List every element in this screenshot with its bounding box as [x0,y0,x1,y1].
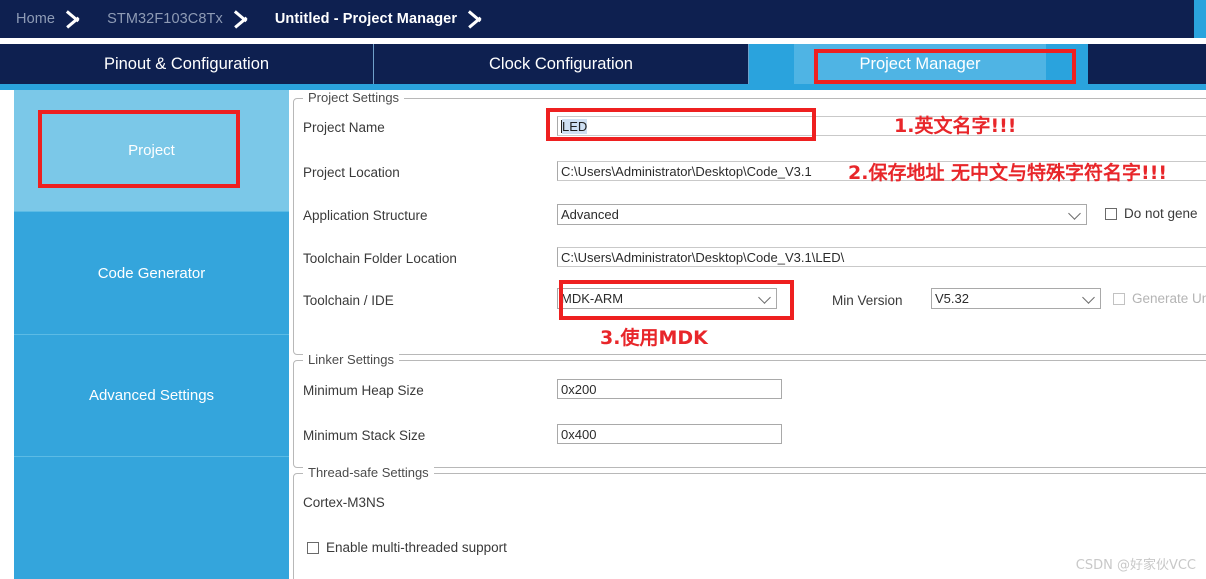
cubemx-window: Home STM32F103C8Tx Untitled - Project Ma… [0,0,1206,579]
input-toolchain-folder-location-value: C:\Users\Administrator\Desktop\Code_V3.1… [561,249,845,265]
breadcrumb-right-cap [1194,0,1206,38]
breadcrumb-item-home[interactable]: Home [0,0,65,38]
breadcrumb-label: Home [16,11,56,27]
group-title-project-settings: Project Settings [303,90,405,105]
input-project-name-value: LED [562,118,588,134]
breadcrumb-label: Untitled - Project Manager [274,11,458,27]
combo-min-version-value: V5.32 [935,291,969,306]
chevron-down-icon [1082,290,1095,304]
sidebar-item-label: Project [128,142,175,159]
tab-clock-configuration[interactable]: Clock Configuration [374,44,749,84]
breadcrumb-label: STM32F103C8Tx [107,11,223,27]
group-linker-settings: Linker Settings [293,352,1206,468]
group-title-thread-safe-settings: Thread-safe Settings [303,465,434,480]
combo-min-version[interactable]: V5.32 [931,288,1101,309]
breadcrumb-chevron-icon [233,0,259,38]
sidebar-item-advanced-settings[interactable]: Advanced Settings [14,335,289,457]
label-project-location: Project Location [303,165,400,180]
sidebar-item-empty[interactable] [14,457,289,579]
label-project-name: Project Name [303,120,385,135]
annotation-text-3: 3.使用MDK [600,327,708,349]
checkbox-enable-multithreaded-support[interactable]: Enable multi-threaded support [307,540,507,555]
annotation-text-1: 1.英文名字!!! [894,115,1017,137]
group-title-linker-settings: Linker Settings [303,352,399,367]
breadcrumb-chevron-icon [467,0,493,38]
checkbox-do-not-generate-label: Do not gene [1124,206,1198,221]
input-project-name[interactable]: LED [557,116,1206,136]
input-toolchain-folder-location[interactable]: C:\Users\Administrator\Desktop\Code_V3.1… [557,247,1206,267]
label-minimum-heap-size: Minimum Heap Size [303,383,424,398]
checkbox-box-icon [307,541,319,554]
chevron-down-icon [758,290,771,304]
sidebar-item-code-generator[interactable]: Code Generator [14,212,289,335]
tab-label: Clock Configuration [489,54,633,73]
input-minimum-heap-size[interactable]: 0x200 [557,379,782,399]
breadcrumb-chevron-icon [65,0,91,38]
label-minimum-stack-size: Minimum Stack Size [303,428,426,443]
input-project-location-value: C:\Users\Administrator\Desktop\Code_V3.1 [561,163,812,179]
input-minimum-heap-size-value: 0x200 [561,381,597,397]
main-tabbar: Pinout & Configuration Clock Configurati… [0,44,1206,84]
tab-label: Pinout & Configuration [103,54,270,73]
checkbox-generate-under-root-label: Generate Un [1132,291,1206,306]
checkbox-box-icon [1113,292,1125,305]
sidebar-item-label: Code Generator [97,264,206,282]
tab-pinout-configuration[interactable]: Pinout & Configuration [0,44,374,84]
label-toolchain-ide: Toolchain / IDE [303,293,394,308]
sidebar-item-project[interactable]: Project [14,90,289,212]
breadcrumb-item-mcu[interactable]: STM32F103C8Tx [91,0,233,38]
combo-application-structure-value: Advanced [561,207,619,222]
checkbox-do-not-generate[interactable]: Do not gene [1105,206,1198,221]
tab-label: Project Manager [859,54,981,73]
breadcrumb: Home STM32F103C8Tx Untitled - Project Ma… [0,0,1206,38]
combo-toolchain-ide[interactable]: MDK-ARM [557,288,777,309]
group-thread-safe-settings: Thread-safe Settings [293,465,1206,579]
tab-project-manager[interactable]: Project Manager [794,44,1046,84]
breadcrumb-item-current[interactable]: Untitled - Project Manager [259,0,467,38]
label-min-version: Min Version [832,293,903,308]
label-toolchain-folder-location: Toolchain Folder Location [303,251,457,266]
breadcrumb-filler [493,0,1194,38]
input-minimum-stack-size-value: 0x400 [561,426,597,442]
project-manager-sidebar: Project Code Generator Advanced Settings [14,90,289,579]
checkbox-box-icon [1105,207,1117,220]
input-minimum-stack-size[interactable]: 0x400 [557,424,782,444]
watermark: CSDN @好家伙VCC [1075,558,1196,573]
tab-tools[interactable] [1088,44,1206,84]
sidebar-item-label: Advanced Settings [88,387,215,404]
annotation-text-2: 2.保存地址 无中文与特殊字符名字!!! [848,162,1168,184]
group-project-settings: Project Settings [293,90,1206,355]
checkbox-enable-multithreaded-support-label: Enable multi-threaded support [326,540,507,555]
combo-toolchain-ide-value: MDK-ARM [561,291,624,306]
checkbox-generate-under-root[interactable]: Generate Un [1113,291,1206,306]
chevron-down-icon [1068,206,1081,220]
label-application-structure: Application Structure [303,208,428,223]
label-core-name: Cortex-M3NS [303,495,385,510]
combo-application-structure[interactable]: Advanced [557,204,1087,225]
